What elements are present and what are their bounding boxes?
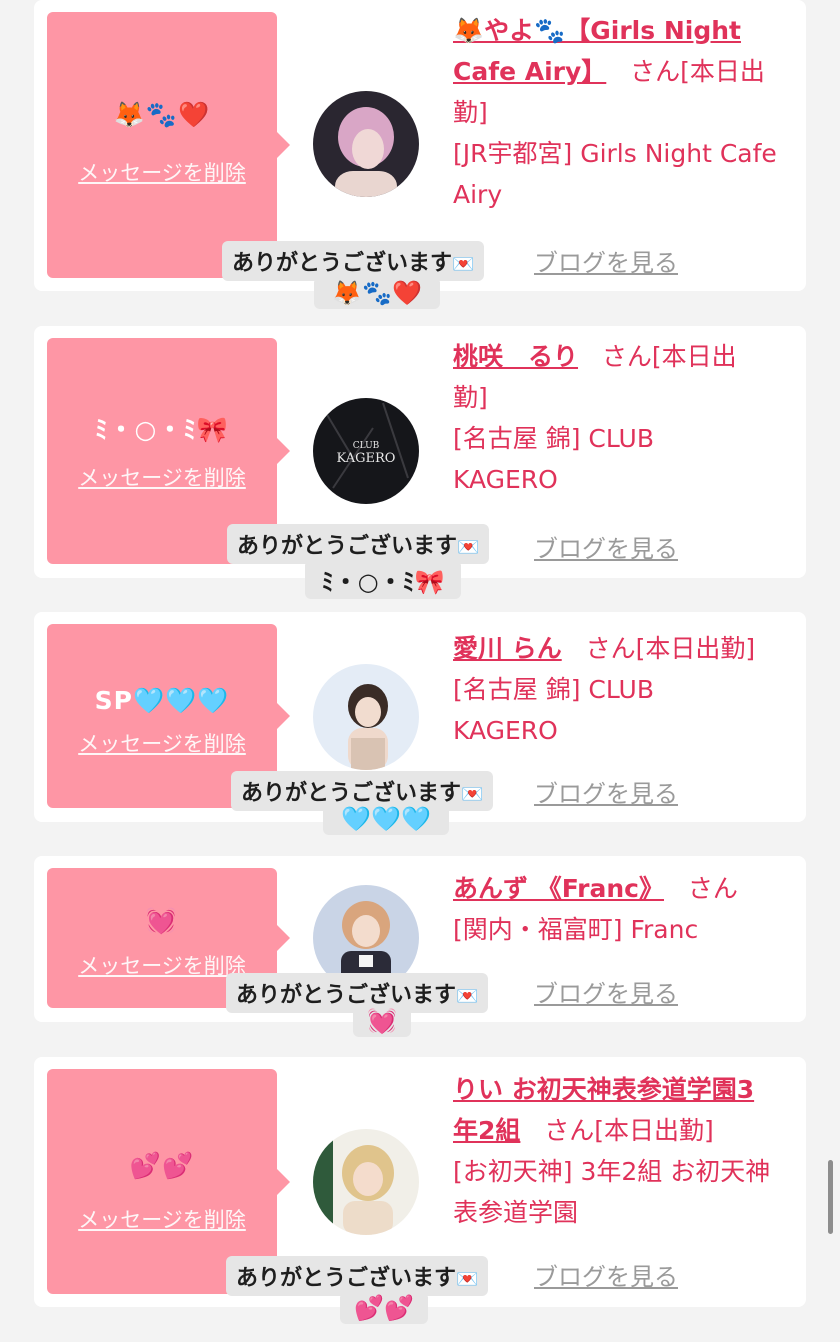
- cast-name[interactable]: あんず 《Franc》: [453, 874, 664, 903]
- avatar[interactable]: CLUB KAGERO: [313, 398, 419, 504]
- honorific: さん: [544, 1116, 595, 1145]
- thanks-label: ありがとうございます💌: [222, 241, 485, 281]
- honorific: さん: [687, 874, 738, 903]
- status-cont: 勤]: [453, 383, 488, 412]
- delete-message-link[interactable]: メッセージを削除: [47, 1204, 277, 1234]
- thanks-text: ありがとうございます: [237, 534, 458, 559]
- message-text: 💓: [145, 906, 179, 935]
- status: [本日出: [680, 57, 765, 86]
- view-blog-link[interactable]: ブログを見る: [534, 974, 678, 1009]
- reply-emoji: 🦊🐾❤️: [314, 277, 440, 309]
- avatar[interactable]: [313, 91, 419, 197]
- view-blog-link[interactable]: ブログを見る: [534, 1257, 678, 1292]
- cast-name[interactable]: りい お初天神表参道学園3: [453, 1075, 754, 1104]
- cast-name[interactable]: 桃咲 るり: [453, 342, 578, 371]
- delete-message-link[interactable]: メッセージを削除: [47, 462, 277, 492]
- svg-text:CLUB: CLUB: [353, 441, 380, 451]
- shop-name: [JR宇都宮] Girls Night Cafe: [453, 139, 777, 168]
- avatar[interactable]: [313, 664, 419, 770]
- message-text: 💕💕: [129, 1151, 195, 1180]
- cast-name-cont[interactable]: 年2組: [453, 1116, 520, 1145]
- thanks-label: ありがとうございます💌: [227, 524, 490, 564]
- message-bubble: 🦊🐾❤️ メッセージを削除: [47, 12, 290, 278]
- shop-name-cont: Airy: [453, 180, 503, 209]
- status-cont: 勤]: [453, 98, 488, 127]
- envelope-icon: 💌: [456, 1269, 479, 1290]
- shop-name-cont: KAGERO: [453, 716, 558, 745]
- thanks-text: ありがとうございます: [232, 251, 453, 276]
- envelope-icon: 💌: [452, 254, 475, 275]
- avatar[interactable]: [313, 1129, 419, 1235]
- status: [本日出勤]: [594, 1116, 714, 1145]
- message-text: SP🩵🩵🩵: [94, 686, 230, 715]
- cast-info: 🦊やよ🐾【Girls Night Cafe Airy】 さん[本日出 勤] [J…: [453, 10, 798, 215]
- honorific: さん: [601, 342, 652, 371]
- scrollbar[interactable]: [828, 1160, 833, 1234]
- envelope-icon: 💌: [461, 784, 484, 805]
- view-blog-link[interactable]: ブログを見る: [534, 243, 678, 278]
- shop-name-cont: KAGERO: [453, 465, 558, 494]
- cast-info: りい お初天神表参道学園3 年2組 さん[本日出勤] [お初天神] 3年2組 お…: [453, 1069, 798, 1233]
- reply-emoji: 💕💕: [340, 1292, 428, 1324]
- shop-name: [名古屋 錦] CLUB: [453, 424, 654, 453]
- envelope-icon: 💌: [456, 986, 479, 1007]
- shop-name: [関内・福富町] Franc: [453, 915, 699, 944]
- cast-info: 桃咲 るり さん[本日出 勤] [名古屋 錦] CLUB KAGERO: [453, 336, 798, 500]
- status: [本日出勤]: [635, 634, 756, 663]
- honorific: さん: [585, 634, 636, 663]
- thanks-text: ありがとうございます: [236, 983, 457, 1008]
- reply-emoji: 💓: [353, 1005, 411, 1037]
- shop-name-cont: 表参道学園: [453, 1198, 579, 1227]
- delete-message-link[interactable]: メッセージを削除: [47, 157, 277, 187]
- view-blog-link[interactable]: ブログを見る: [534, 529, 678, 564]
- cast-name-cont[interactable]: Cafe Airy】: [453, 57, 606, 86]
- cast-name[interactable]: 🦊やよ🐾【Girls Night: [453, 16, 741, 45]
- cast-info: あんず 《Franc》 さん [関内・福富町] Franc: [453, 868, 798, 950]
- status: [本日出: [651, 342, 737, 371]
- reply-emoji: 🩵🩵🩵: [323, 803, 449, 835]
- delete-message-link[interactable]: メッセージを削除: [47, 728, 277, 758]
- honorific: さん: [630, 57, 681, 86]
- message-text: 🦊🐾❤️: [113, 100, 211, 129]
- reply-emoji: ﾐ・○・ﾐ🎀: [305, 560, 461, 599]
- thanks-label: ありがとうございます💌: [226, 1256, 489, 1296]
- envelope-icon: 💌: [457, 537, 480, 558]
- cast-info: 愛川 らん さん[本日出勤] [名古屋 錦] CLUB KAGERO: [453, 628, 798, 751]
- thanks-text: ありがとうございます: [236, 1266, 457, 1291]
- view-blog-link[interactable]: ブログを見る: [534, 774, 678, 809]
- message-text: ﾐ・○・ﾐ🎀: [95, 415, 229, 444]
- svg-text:KAGERO: KAGERO: [337, 451, 396, 466]
- shop-name: [お初天神] 3年2組 お初天神: [453, 1157, 771, 1186]
- shop-name: [名古屋 錦] CLUB: [453, 675, 654, 704]
- cast-name[interactable]: 愛川 らん: [453, 634, 562, 663]
